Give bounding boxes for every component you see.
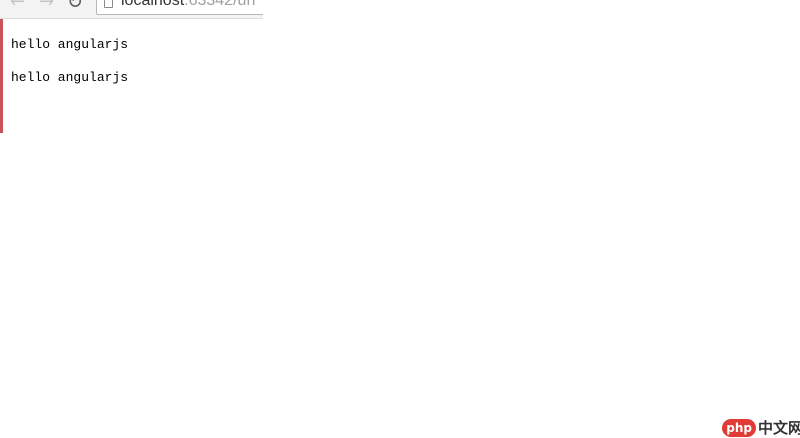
reload-icon[interactable]: ↻	[67, 0, 83, 12]
browser-window-fragment: ← → ↻ localhost:63342/un hello angularjs…	[0, 0, 263, 133]
page-icon	[104, 0, 113, 8]
browser-toolbar: ← → ↻ localhost:63342/un	[0, 0, 263, 19]
back-arrow-icon[interactable]: ←	[10, 0, 25, 12]
forward-arrow-icon[interactable]: →	[39, 0, 54, 12]
url-host: localhost	[121, 0, 185, 9]
greeting-line: hello angularjs	[11, 37, 129, 52]
url-text: localhost:63342/un	[121, 0, 255, 10]
window-left-border	[0, 0, 3, 133]
site-watermark: php 中文网	[722, 418, 800, 438]
greeting-line: hello angularjs	[11, 70, 129, 85]
url-path: :63342/un	[184, 0, 256, 9]
watermark-text: 中文网	[757, 419, 800, 437]
php-logo: php	[722, 419, 756, 437]
address-bar[interactable]: localhost:63342/un	[96, 0, 263, 15]
